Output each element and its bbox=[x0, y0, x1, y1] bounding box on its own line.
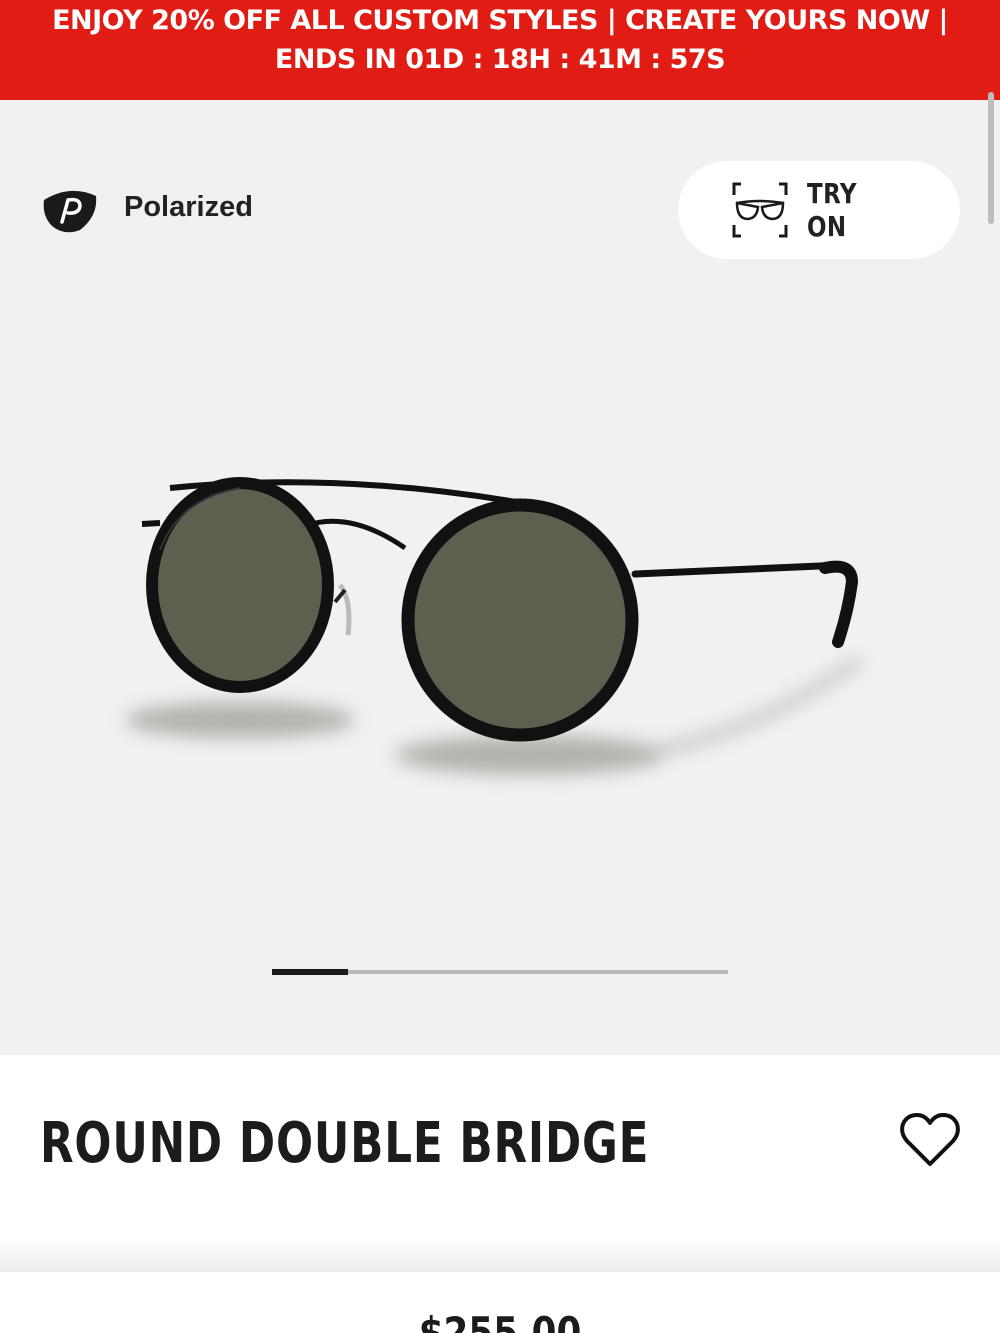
price-section: $255.00 bbox=[0, 1272, 1000, 1333]
gallery-dot[interactable] bbox=[652, 970, 728, 974]
polarized-p-icon bbox=[43, 190, 97, 233]
polarized-label: Polarized bbox=[124, 191, 253, 223]
product-price: $255.00 bbox=[418, 1308, 582, 1333]
product-title: ROUND DOUBLE BRIDGE bbox=[40, 1111, 650, 1176]
promo-banner[interactable]: ENJOY 20% OFF ALL CUSTOM STYLES | CREATE… bbox=[0, 0, 1000, 100]
gallery-dot[interactable] bbox=[424, 970, 500, 974]
gallery-pagination bbox=[272, 969, 728, 975]
glasses-scan-icon bbox=[732, 182, 788, 238]
gallery-dot[interactable] bbox=[348, 970, 424, 974]
product-image[interactable] bbox=[100, 450, 890, 810]
try-on-label: TRY ON bbox=[807, 177, 857, 243]
gallery-dot[interactable] bbox=[576, 970, 652, 974]
promo-line-1: ENJOY 20% OFF ALL CUSTOM STYLES | CREATE… bbox=[52, 5, 948, 36]
page-scrollbar[interactable] bbox=[988, 92, 994, 224]
promo-countdown: ENDS IN 01D : 18H : 41M : 57S bbox=[274, 44, 726, 75]
heart-icon[interactable] bbox=[898, 1110, 962, 1170]
gallery-dot[interactable] bbox=[500, 970, 576, 974]
section-divider bbox=[0, 1240, 1000, 1272]
gallery-dot[interactable] bbox=[272, 969, 348, 975]
try-on-button[interactable]: TRY ON bbox=[678, 161, 960, 259]
